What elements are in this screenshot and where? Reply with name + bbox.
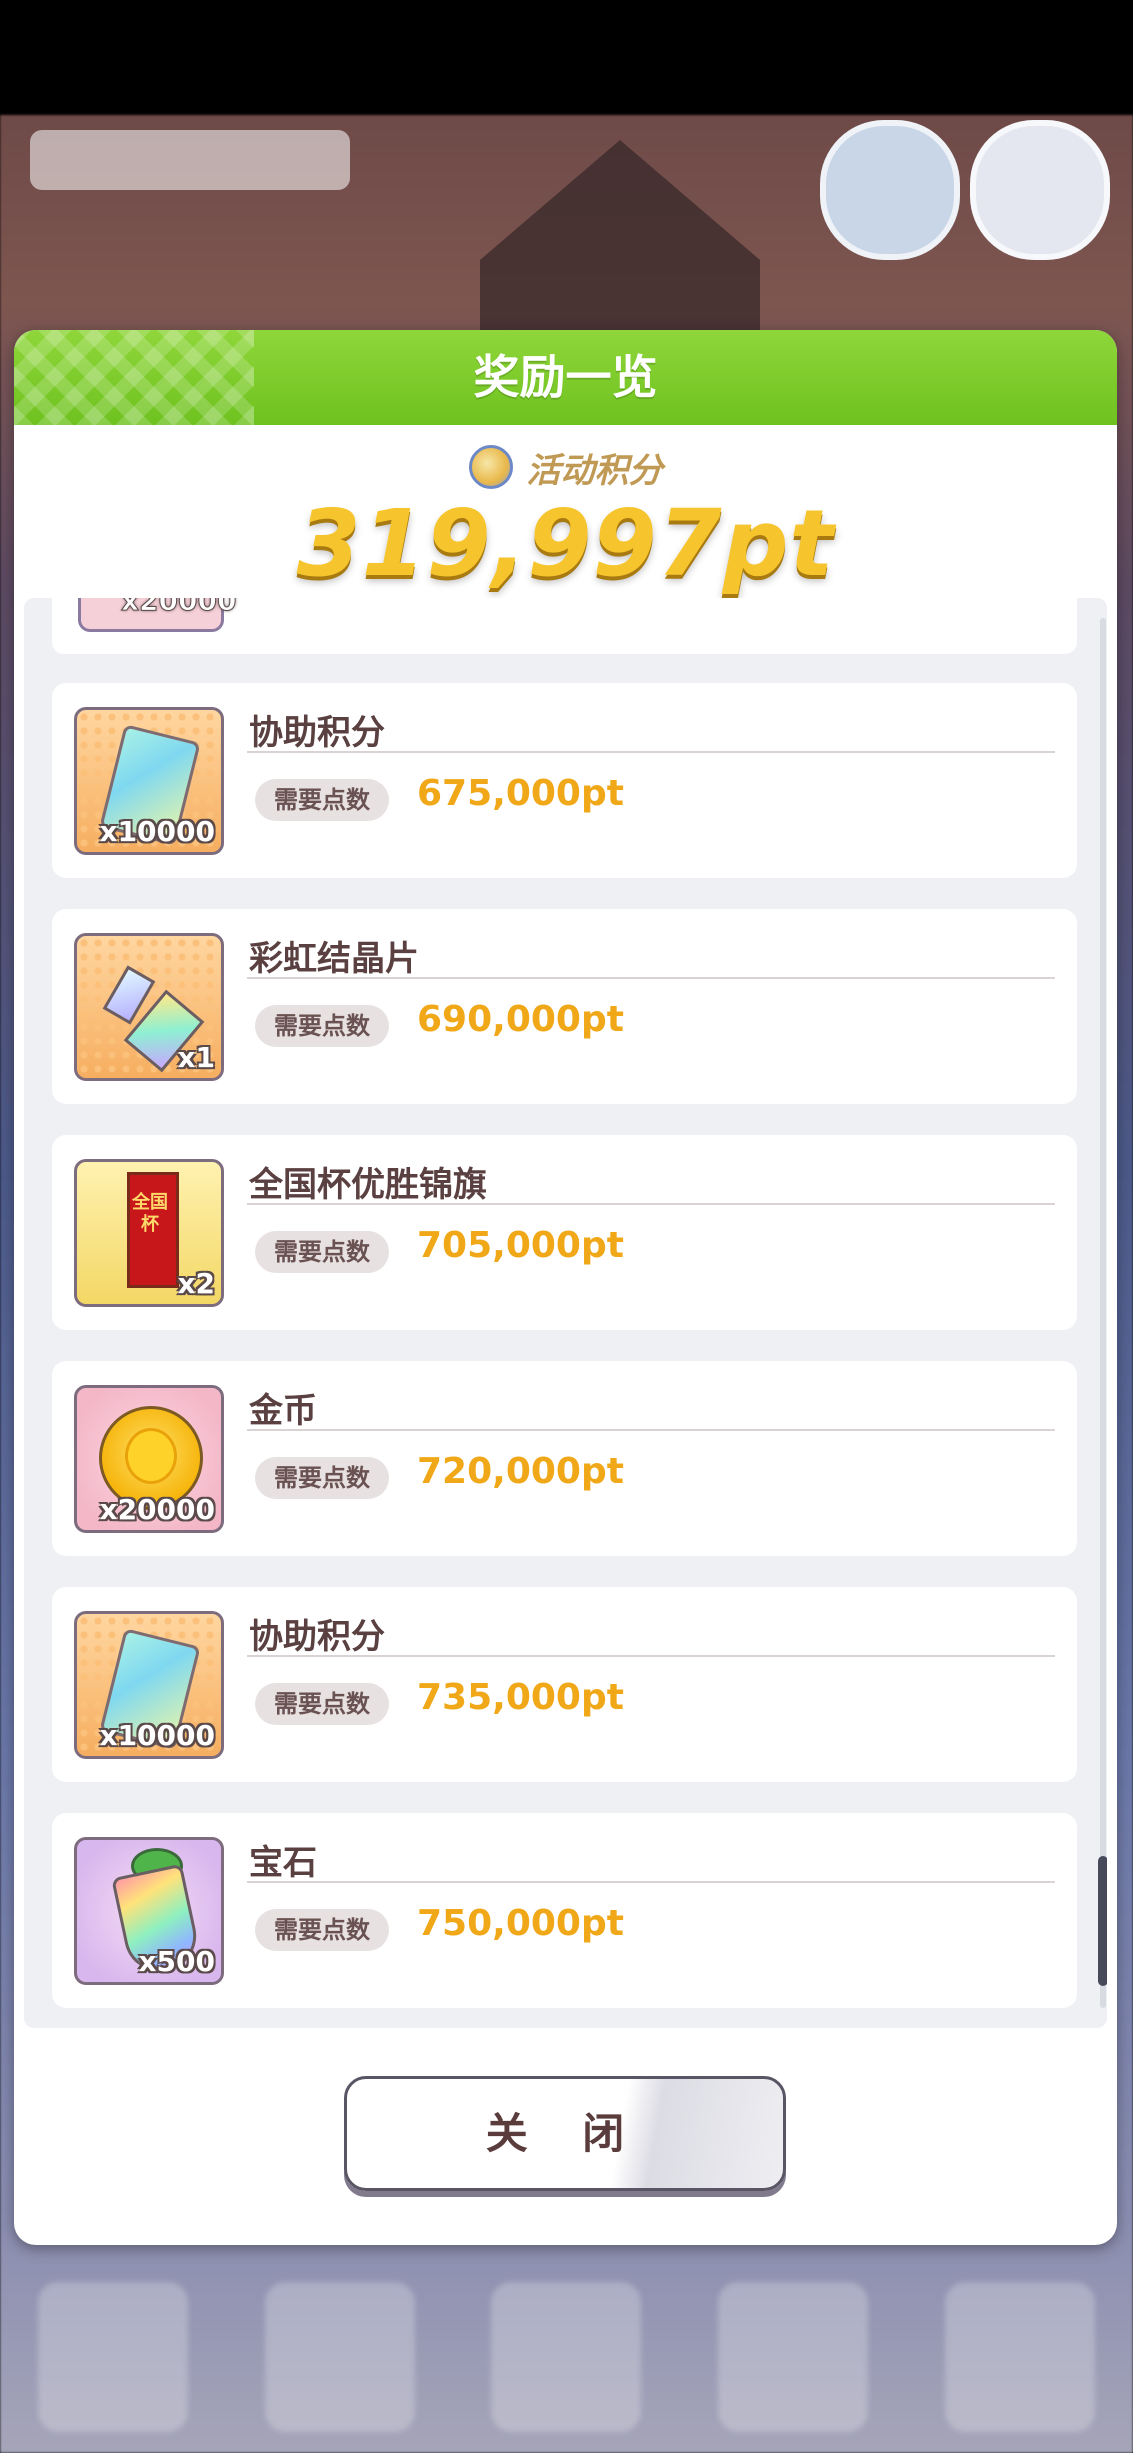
jewel-icon: x500 [74,1837,224,1985]
blurred-event-banner [30,130,350,190]
device-status-bar [0,0,1133,115]
gold-coin-icon: x20000 [74,1385,224,1533]
reward-count: x20000 [99,1493,215,1526]
reward-count: x10000 [99,1719,215,1752]
reward-name: 金币 [249,1391,317,1431]
reward-card: x10000 协助积分 需要点数 735,000pt [52,1587,1077,1782]
divider [247,1429,1055,1431]
scrollbar-track[interactable] [1100,618,1106,2008]
requirement-value: 690,000pt [417,999,624,1040]
rainbow-crystal-icon: x1 [74,933,224,1081]
reward-count: x20000 [120,598,237,618]
scrollbar-thumb[interactable] [1098,1856,1107,1986]
reward-name: 彩虹结晶片 [249,939,419,979]
requirement-label: 需要点数 [255,1683,389,1725]
requirement-value: 735,000pt [417,1677,624,1718]
reward-count: x1 [177,1041,215,1074]
blurred-nav-item [38,2281,189,2432]
reward-name: 宝石 [249,1843,317,1883]
support-point-card-icon: x10000 [74,707,224,855]
requirement-value: 750,000pt [417,1903,624,1944]
event-points-value: 319,997pt [296,490,835,597]
reward-count: x2 [177,1267,215,1300]
divider [247,1203,1055,1205]
divider [247,1881,1055,1883]
reward-name: 协助积分 [249,713,385,753]
blurred-nav-item [491,2281,642,2432]
close-button[interactable]: 关 闭 [344,2076,786,2191]
divider [247,1655,1055,1657]
event-points-label-row: 活动积分 [14,442,1117,492]
requirement-label: 需要点数 [255,1457,389,1499]
blurred-avatar-right [970,120,1110,260]
event-points-icon [468,445,513,489]
reward-card: x1 彩虹结晶片 需要点数 690,000pt [52,909,1077,1104]
reward-count: x500 [138,1945,215,1978]
victory-banner-icon: 全国杯 x2 [74,1159,224,1307]
divider [247,751,1055,753]
reward-card: x500 宝石 需要点数 750,000pt [52,1813,1077,2008]
reward-list-dialog: 奖励一览 活动积分 319,997pt x20000 x10000 协助积分 需… [14,330,1117,2245]
blurred-nav-item [944,2281,1095,2432]
reward-card: x20000 金币 需要点数 720,000pt [52,1361,1077,1556]
requirement-value: 720,000pt [417,1451,624,1492]
reward-count: x10000 [99,815,215,848]
requirement-label: 需要点数 [255,1231,389,1273]
requirement-value: 675,000pt [417,773,624,814]
blurred-avatar-left [820,120,960,260]
dialog-header: 奖励一览 [14,330,1117,425]
event-points-label: 活动积分 [526,450,663,491]
requirement-label: 需要点数 [255,779,389,821]
requirement-label: 需要点数 [255,1005,389,1047]
reward-list[interactable]: x20000 x10000 协助积分 需要点数 675,000pt x1 彩虹结… [24,598,1107,2028]
reward-item-icon: x20000 [78,598,237,632]
requirement-label: 需要点数 [255,1909,389,1951]
reward-card-partial: x20000 [52,598,1077,654]
reward-name: 全国杯优胜锦旗 [249,1165,487,1205]
reward-card: 全国杯 x2 全国杯优胜锦旗 需要点数 705,000pt [52,1135,1077,1330]
blurred-nav-item [718,2281,869,2432]
requirement-value: 705,000pt [417,1225,624,1266]
reward-card: x10000 协助积分 需要点数 675,000pt [52,683,1077,878]
reward-name: 协助积分 [249,1617,385,1657]
blurred-nav-item [264,2281,415,2432]
close-button-label: 关 闭 [485,2109,645,2158]
banner-text: 全国杯 [132,1192,168,1235]
dialog-title: 奖励一览 [473,350,658,404]
divider [247,977,1055,979]
blurred-bottom-nav [0,2260,1133,2453]
support-point-card-icon: x10000 [74,1611,224,1759]
